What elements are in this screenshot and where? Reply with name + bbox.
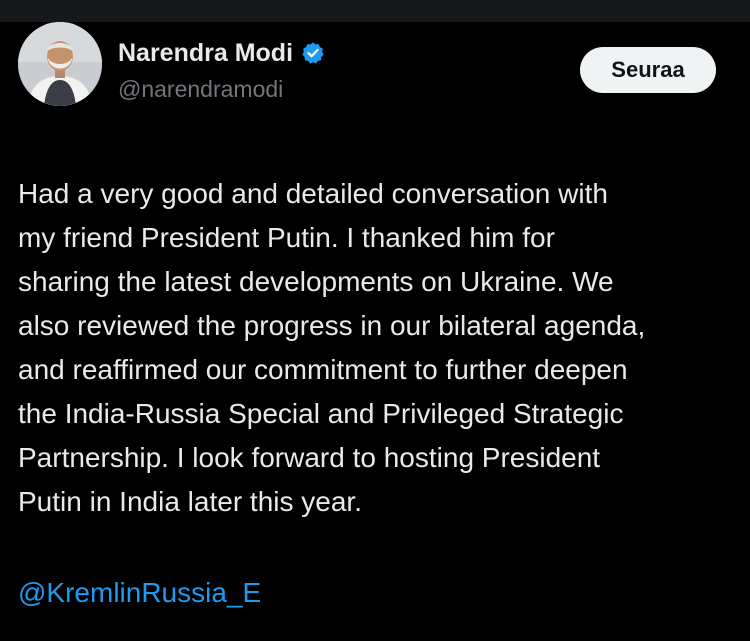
tweet-text-line: sharing the latest developments on Ukrai… <box>18 266 614 297</box>
tweet-text-line: also reviewed the progress in our bilate… <box>18 310 646 341</box>
tweet-text-line: my friend President Putin. I thanked him… <box>18 222 555 253</box>
author-handle[interactable]: @narendramodi <box>118 76 283 103</box>
follow-button[interactable]: Seuraa <box>580 47 716 93</box>
tweet-header: Narendra Modi @narendramodi Seuraa <box>18 22 732 110</box>
tweet-text-line: the India-Russia Special and Privileged … <box>18 398 624 429</box>
top-divider-strip <box>0 0 750 22</box>
avatar-photo-icon <box>18 22 102 106</box>
tweet-text: Had a very good and detailed conversatio… <box>18 172 736 524</box>
verified-badge-icon[interactable] <box>301 41 325 65</box>
tweet-text-line: and reaffirmed our commitment to further… <box>18 354 628 385</box>
tweet-text-line: Partnership. I look forward to hosting P… <box>18 442 601 473</box>
avatar[interactable] <box>18 22 102 106</box>
author-name-row: Narendra Modi <box>118 36 325 70</box>
mention-link[interactable]: @KremlinRussia_E <box>18 571 261 615</box>
tweet-text-line: Had a very good and detailed conversatio… <box>18 178 608 209</box>
author-name[interactable]: Narendra Modi <box>118 39 293 68</box>
tweet-text-line: Putin in India later this year. <box>18 486 362 517</box>
